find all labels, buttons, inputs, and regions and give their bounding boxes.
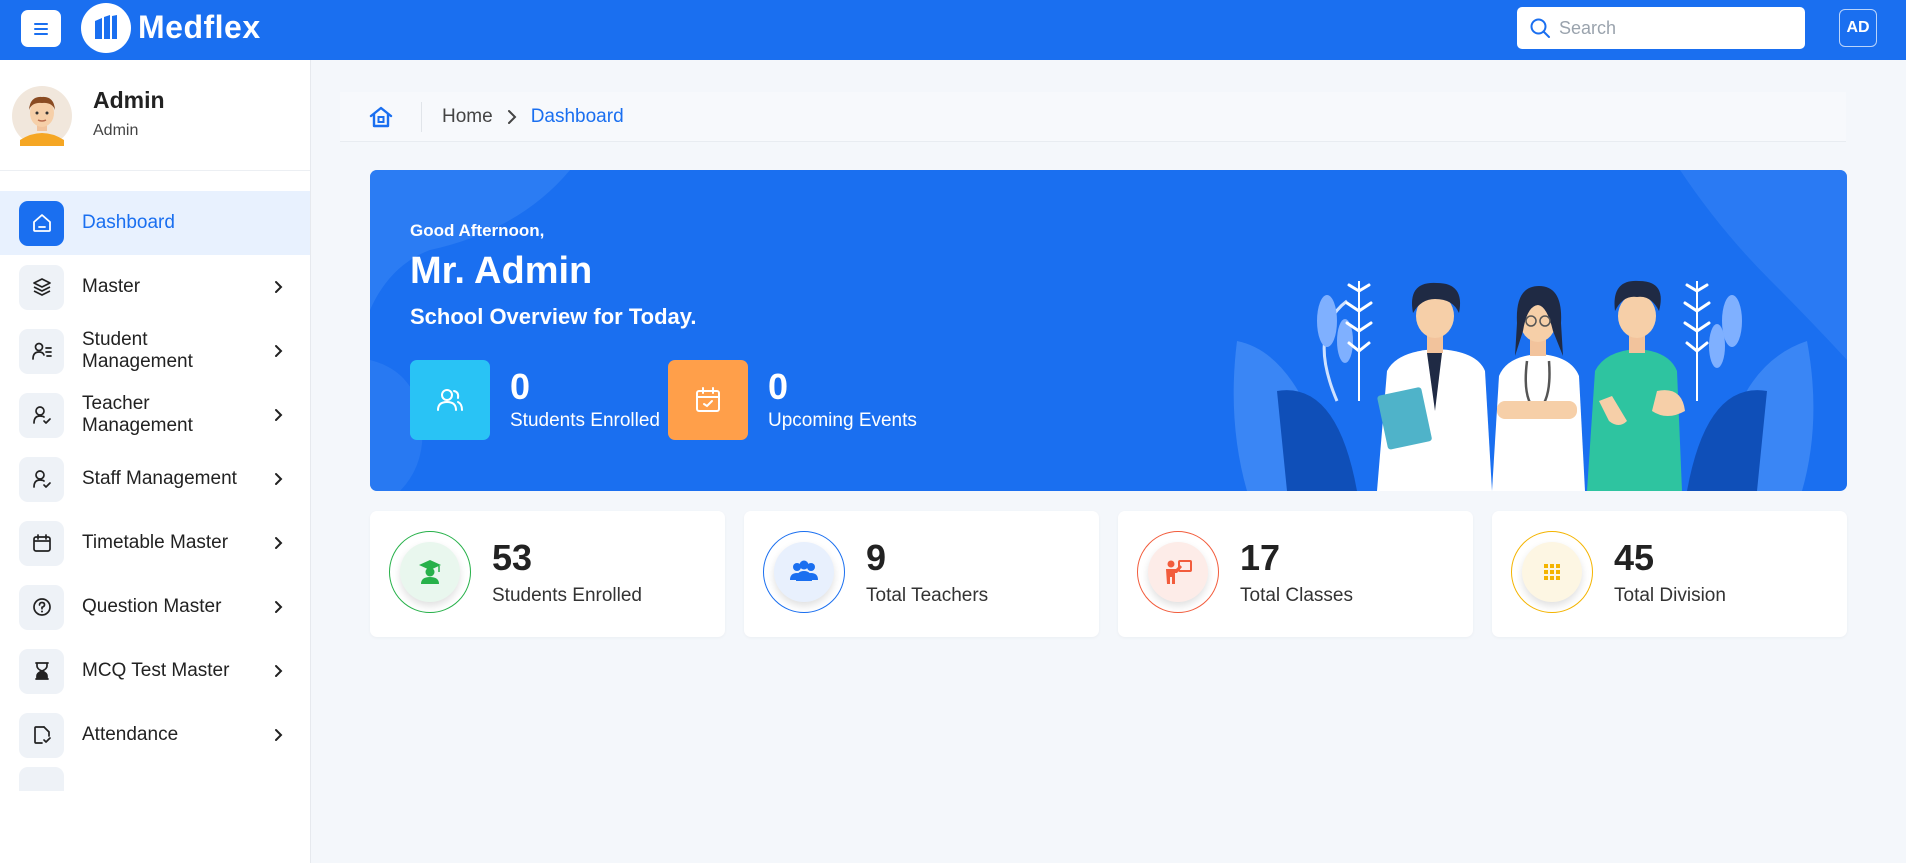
sidebar: Admin Admin Dashboard Master Student Man… xyxy=(0,60,311,863)
hero-stat-students: 0 Students Enrolled xyxy=(410,360,660,440)
teacher-board-icon xyxy=(1137,531,1219,613)
file-check-icon xyxy=(19,712,64,758)
sidebar-item-dashboard[interactable]: Dashboard xyxy=(0,191,310,255)
calendar-icon xyxy=(668,360,748,440)
user-greeting-name: Mr. Admin xyxy=(410,250,593,292)
grid-icon xyxy=(1511,531,1593,613)
chevron-right-icon xyxy=(259,344,299,358)
sidebar-item-student-management[interactable]: Student Management xyxy=(0,319,310,383)
stat-value: 45 xyxy=(1614,537,1655,578)
sidebar-item-label: Attendance xyxy=(82,724,179,745)
chevron-right-icon xyxy=(259,408,299,422)
sidebar-item-attendance[interactable]: Attendance xyxy=(0,703,310,767)
stat-card-students[interactable]: 53 Students Enrolled xyxy=(370,511,725,637)
sidebar-item-label: MCQ Test Master xyxy=(82,660,230,681)
stat-label: Total Teachers xyxy=(866,585,989,606)
chevron-right-icon xyxy=(259,600,299,614)
partial-icon xyxy=(19,767,64,791)
sidebar-item-label: Timetable Master xyxy=(82,532,229,553)
avatar[interactable] xyxy=(12,86,72,146)
stat-label: Total Classes xyxy=(1240,585,1353,606)
user-avatar-button[interactable]: AD xyxy=(1839,9,1877,47)
sidebar-nav: Dashboard Master Student Management Teac… xyxy=(0,191,310,791)
sidebar-item-master[interactable]: Master xyxy=(0,255,310,319)
users-icon xyxy=(410,360,490,440)
profile-role: Admin xyxy=(93,122,139,139)
stat-card-teachers[interactable]: 9 Total Teachers xyxy=(744,511,1099,637)
welcome-banner: Good Afternoon, Mr. Admin School Overvie… xyxy=(370,170,1847,491)
home-icon xyxy=(19,200,64,246)
sidebar-item-partial[interactable] xyxy=(0,767,310,791)
user-list-icon xyxy=(19,328,64,374)
profile-panel: Admin Admin xyxy=(0,60,310,171)
breadcrumb-home-button[interactable] xyxy=(340,101,422,132)
chevron-right-icon xyxy=(259,472,299,486)
breadcrumb-home-link[interactable]: Home xyxy=(442,106,493,128)
hero-stat-value: 0 xyxy=(768,365,789,407)
calendar-icon xyxy=(19,520,64,566)
app-name[interactable]: Medflex xyxy=(138,9,261,46)
logo-icon[interactable] xyxy=(81,3,131,53)
search-icon xyxy=(1530,18,1550,38)
profile-name: Admin xyxy=(93,87,165,113)
sidebar-item-label: Question Master xyxy=(82,596,222,617)
stat-label: Total Division xyxy=(1614,585,1726,606)
graduate-icon xyxy=(389,531,471,613)
chevron-right-icon xyxy=(259,664,299,678)
sidebar-item-question-master[interactable]: Question Master xyxy=(0,575,310,639)
breadcrumb-current: Dashboard xyxy=(530,105,624,127)
menu-toggle-button[interactable] xyxy=(21,10,61,47)
stat-value: 53 xyxy=(492,537,533,578)
breadcrumb: Home Dashboard xyxy=(340,92,1846,142)
hero-stat-label: Upcoming Events xyxy=(768,409,917,431)
hamburger-icon xyxy=(34,22,48,35)
stat-card-classes[interactable]: 17 Total Classes xyxy=(1118,511,1473,637)
hero-stat-events: 0 Upcoming Events xyxy=(668,360,917,440)
hourglass-icon xyxy=(19,648,64,694)
home-icon xyxy=(369,106,392,127)
doctors-illustration xyxy=(1233,280,1814,491)
sidebar-item-label: Master xyxy=(82,276,141,297)
sidebar-item-timetable-master[interactable]: Timetable Master xyxy=(0,511,310,575)
layers-icon xyxy=(19,264,64,310)
stat-card-division[interactable]: 45 Total Division xyxy=(1492,511,1847,637)
hero-stat-value: 0 xyxy=(510,365,531,407)
stat-label: Students Enrolled xyxy=(492,585,642,606)
search-box[interactable] xyxy=(1517,7,1805,49)
sidebar-item-label: Teacher Management xyxy=(82,393,193,436)
sidebar-item-label: Staff Management xyxy=(82,468,237,489)
user-check-icon xyxy=(19,456,64,502)
sidebar-item-mcq-test-master[interactable]: MCQ Test Master xyxy=(0,639,310,703)
chevron-right-icon xyxy=(507,109,517,125)
sidebar-item-teacher-management[interactable]: Teacher Management xyxy=(0,383,310,447)
chevron-right-icon xyxy=(259,536,299,550)
greeting-text: Good Afternoon, xyxy=(410,221,545,240)
stat-value: 9 xyxy=(866,537,887,578)
chevron-right-icon xyxy=(259,280,299,294)
sidebar-item-label: Dashboard xyxy=(82,212,175,233)
top-bar: Medflex AD xyxy=(0,0,1906,60)
sidebar-item-label: Student Management xyxy=(82,329,193,372)
search-input[interactable] xyxy=(1559,17,1789,39)
stat-value: 17 xyxy=(1240,537,1281,578)
chevron-right-icon xyxy=(259,728,299,742)
hero-stat-label: Students Enrolled xyxy=(510,409,660,431)
group-icon xyxy=(763,531,845,613)
user-check-icon xyxy=(19,392,64,438)
overview-subtitle: School Overview for Today. xyxy=(410,304,697,329)
help-circle-icon xyxy=(19,584,64,630)
sidebar-item-staff-management[interactable]: Staff Management xyxy=(0,447,310,511)
